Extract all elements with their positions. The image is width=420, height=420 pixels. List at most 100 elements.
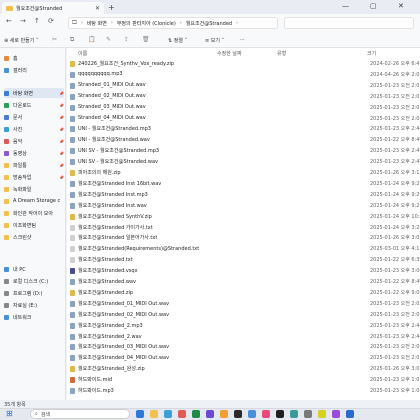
- sidebar-item[interactable]: 로컬 디스크 (C:): [4, 276, 64, 286]
- sidebar-item[interactable]: 스크린샷: [4, 232, 64, 242]
- file-row[interactable]: 월요조건@Stranded_03_MIDI Out.wav 2025-01-23 …: [67, 342, 420, 351]
- file-row[interactable]: UNI - 월요조건@Stranded.mp3 2025-01-23 오후 2:4…: [67, 124, 420, 133]
- column-date[interactable]: 수정한 날짜: [217, 50, 242, 57]
- taskbar-app-icon[interactable]: [332, 410, 340, 418]
- file-row[interactable]: 하드봐이드.mp3 2025-01-23 오후 1:03: [67, 386, 420, 395]
- rename-icon[interactable]: ✎: [106, 36, 111, 43]
- sidebar-item[interactable]: 홈: [4, 53, 64, 63]
- sidebar-item[interactable]: 프로그램 (D:): [4, 288, 64, 298]
- file-row[interactable]: UNI SV - 월요조건@Stranded.mp3 2025-01-23 오후 …: [67, 146, 420, 155]
- sidebar-item[interactable]: 바탕 화면 📌: [4, 88, 64, 98]
- taskbar-search[interactable]: ⌕ 검색: [30, 409, 130, 419]
- taskbar-app-icon[interactable]: [318, 410, 326, 418]
- close-window-button[interactable]: ✕: [398, 2, 404, 10]
- up-button[interactable]: ↑: [34, 17, 40, 25]
- file-row[interactable]: 240226_월요조건_Synthv_Vox_ready.zip 2024-02-…: [67, 59, 420, 68]
- sort-button[interactable]: ⇅ 정렬 ˅: [168, 37, 187, 44]
- file-row[interactable]: 월요조건@Stranded 가이가사.txt 2025-01-24 오후 3:20: [67, 223, 420, 232]
- file-row[interactable]: 월요조건@Stranded_2.mp3 2025-01-23 오후 2:44: [67, 321, 420, 330]
- start-icon[interactable]: ⊞: [6, 409, 13, 418]
- file-row[interactable]: Stranded_03_MIDI Out.wav 2025-01-23 오전 2:…: [67, 103, 420, 112]
- file-row[interactable]: 월요조건@Stranded.wav 2025-01-22 오후 8:49: [67, 277, 420, 286]
- file-row[interactable]: qqqqqqqqqq.mp3 2024-04-26 오후 2:03: [67, 70, 420, 79]
- file-row[interactable]: 월요조건@Stranded.zip 2025-01-22 오후 9:02: [67, 288, 420, 297]
- sidebar-item[interactable]: 네트워크: [4, 312, 64, 322]
- cut-icon[interactable]: ✂: [52, 36, 57, 43]
- file-row[interactable]: Stranded_04_MIDI Out.wav 2025-01-23 오전 2:…: [67, 114, 420, 123]
- file-row[interactable]: 월요조건@Stranded_04_MIDI Out.wav 2025-01-23 …: [67, 353, 420, 362]
- sidebar-item[interactable]: 녹화파일: [4, 184, 64, 194]
- taskbar-app-icon[interactable]: [178, 410, 186, 418]
- file-row[interactable]: 월요조건@Stranded_완성.zip 2025-01-26 오후 3:02: [67, 364, 420, 373]
- refresh-button[interactable]: ⟳: [48, 17, 54, 25]
- file-row[interactable]: 월요조건@Stranded Inst 16bit.wav 2025-01-24 오…: [67, 179, 420, 188]
- file-row[interactable]: 월요조건@Stranded Inst.mp3 2025-01-24 오후 9:29: [67, 190, 420, 199]
- sidebar-item[interactable]: A Dream Storage c: [4, 196, 64, 206]
- column-size[interactable]: 크기: [367, 50, 376, 57]
- sidebar-item[interactable]: 파일통 📌: [4, 160, 64, 170]
- taskbar-app-icon[interactable]: [150, 410, 158, 418]
- file-row[interactable]: 피아조의의 해원.zip 2025-01-26 오후 3:17: [67, 168, 420, 177]
- breadcrumb-desktop[interactable]: 바탕 화면: [87, 20, 107, 27]
- taskbar-app-icon[interactable]: [290, 410, 298, 418]
- file-row[interactable]: 월요조건@Stranded_02_MIDI Out.wav 2025-01-23 …: [67, 310, 420, 319]
- sidebar-item[interactable]: 이조화면팀: [4, 220, 64, 230]
- file-row[interactable]: Stranded_02_MIDI Out.wav 2025-01-23 오전 2:…: [67, 92, 420, 101]
- copy-icon[interactable]: ⧉: [70, 36, 74, 44]
- sidebar-item[interactable]: 방송작업 📌: [4, 172, 64, 182]
- file-date: 2025-01-23 오전 2:01: [370, 93, 420, 100]
- tab-close-icon[interactable]: ✕: [95, 5, 100, 12]
- column-type[interactable]: 유형: [277, 50, 286, 57]
- new-button[interactable]: ⊕ 새로 만들기 ˅: [4, 37, 38, 44]
- taskbar-app-icon[interactable]: [262, 410, 270, 418]
- maximize-button[interactable]: ▢: [370, 2, 377, 10]
- view-button[interactable]: ≡ 보기 ˅: [205, 37, 224, 44]
- file-row[interactable]: 월요조건@Stranded Inst.wav 2025-01-24 오후 9:29: [67, 201, 420, 210]
- sidebar-item[interactable]: 음악 📌: [4, 136, 64, 146]
- file-row[interactable]: Stranded_01_MIDI Out.wav 2025-01-23 오전 2:…: [67, 81, 420, 90]
- taskbar-app-icon[interactable]: [220, 410, 228, 418]
- paste-icon[interactable]: 📋: [88, 36, 95, 43]
- taskbar-app-icon[interactable]: [192, 410, 200, 418]
- sidebar-item[interactable]: 화인관 작어이 모아: [4, 208, 64, 218]
- taskbar-app-icon[interactable]: [248, 410, 256, 418]
- minimize-button[interactable]: —: [342, 2, 349, 10]
- taskbar-app-icon[interactable]: [206, 410, 214, 418]
- file-row[interactable]: 월요조건@Stranded 일본어가사.txt 2025-01-26 오후 3:0…: [67, 233, 420, 242]
- sidebar-item[interactable]: 갤러리: [4, 65, 64, 75]
- share-icon[interactable]: ⇪: [124, 36, 129, 43]
- file-row[interactable]: 월요조건@Stranded(Requirements)@Stranded.txt…: [67, 244, 420, 253]
- back-button[interactable]: ←: [6, 17, 12, 25]
- taskbar-app-icon[interactable]: [234, 410, 242, 418]
- sidebar-item[interactable]: 자료실 (E:): [4, 300, 64, 310]
- file-row[interactable]: 월요조건@Stranded SynthV.zip 2025-01-24 오후 10…: [67, 212, 420, 221]
- sidebar-item[interactable]: 문서 📌: [4, 112, 64, 122]
- new-tab-button[interactable]: +: [108, 3, 115, 12]
- column-name[interactable]: 이름: [78, 50, 87, 57]
- forward-button[interactable]: →: [20, 17, 26, 25]
- delete-icon[interactable]: 🗑: [142, 36, 150, 43]
- file-row[interactable]: 하드봐이드.mid 2025-01-23 오후 1:03: [67, 375, 420, 384]
- file-row[interactable]: 월요조건@Stranded.vsqx 2025-01-23 오후 3:06: [67, 266, 420, 275]
- taskbar-app-icon[interactable]: [304, 410, 312, 418]
- breadcrumb[interactable]: 🖵 › 바탕 화면 › 부정의 판타지아 (Clonicle) › 월요조건@S…: [68, 17, 278, 29]
- sidebar-item-label: 동영상: [13, 150, 27, 157]
- sidebar-item[interactable]: 다운로드 📌: [4, 100, 64, 110]
- breadcrumb-current[interactable]: 월요조건@Stranded: [186, 20, 232, 27]
- file-row[interactable]: 월요조건@Stranded_2.wav 2025-01-23 오후 2:44: [67, 332, 420, 341]
- taskbar-app-icon[interactable]: [164, 410, 172, 418]
- taskbar-app-icon[interactable]: [276, 410, 284, 418]
- explorer-tab[interactable]: 월요조건@Stranded ✕: [2, 2, 104, 14]
- file-row[interactable]: 월요조건@Stranded_01_MIDI Out.wav 2025-01-23 …: [67, 299, 420, 308]
- search-input[interactable]: [284, 17, 414, 29]
- sidebar-item[interactable]: 동영상 📌: [4, 148, 64, 158]
- more-button[interactable]: ···: [240, 37, 245, 43]
- breadcrumb-folder[interactable]: 부정의 판타지아 (Clonicle): [117, 20, 176, 27]
- sidebar-item[interactable]: 내 PC: [4, 264, 64, 274]
- file-row[interactable]: UNI SV - 월요조건@Stranded.wav 2025-01-23 오후 …: [67, 157, 420, 166]
- file-row[interactable]: UNI - 월요조건@Stranded.wav 2025-01-22 오후 8:4…: [67, 135, 420, 144]
- file-row[interactable]: 월요조건@Stranded.txt 2025-01-22 오후 6:30: [67, 255, 420, 264]
- sidebar-item[interactable]: 사진 📌: [4, 124, 64, 134]
- taskbar-app-icon[interactable]: [346, 410, 354, 418]
- taskbar-app-icon[interactable]: [136, 410, 144, 418]
